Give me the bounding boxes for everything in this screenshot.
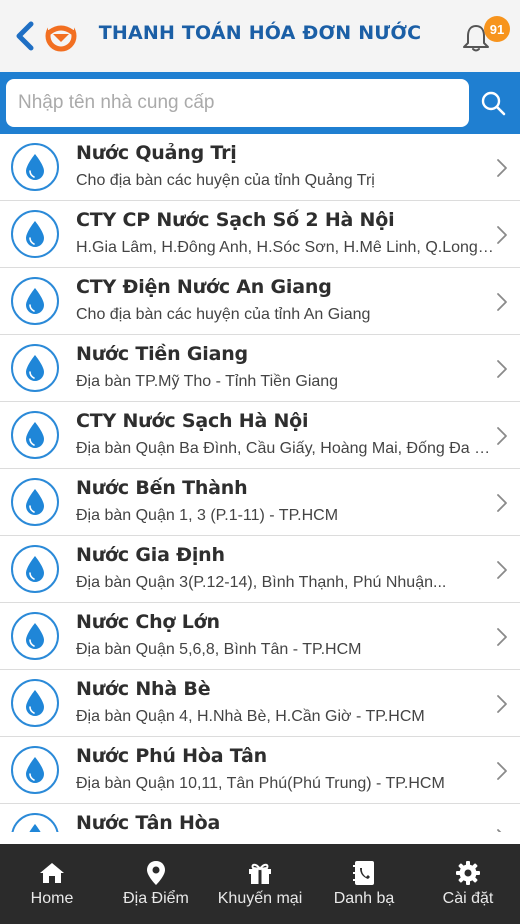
provider-row[interactable]: Nước Tiền Giang Địa bàn TP.Mỹ Tho - Tỉnh … [0,335,520,402]
provider-name: Nước Phú Hòa Tân [76,745,267,767]
provider-description: Địa bàn Quận Ba Đình, Cầu Giấy, Hoàng Ma… [76,440,494,457]
water-drop-icon [11,746,59,794]
provider-description: Cho địa bàn các huyện của tỉnh Quảng Trị [76,172,375,189]
water-drop-icon [11,478,59,526]
nav-contacts[interactable]: Danh bạ [312,844,416,924]
provider-row[interactable]: Nước Quảng Trị Cho địa bàn các huyện của … [0,134,520,201]
nav-promotions[interactable]: Khuyến mại [208,844,312,924]
water-drop-icon [11,545,59,593]
nav-label: Địa Điểm [123,890,189,907]
nav-label: Khuyến mại [217,890,303,907]
search-bar [0,72,520,134]
location-pin-icon [143,860,169,886]
nav-label: Home [30,890,74,907]
provider-row[interactable]: Nước Chợ Lớn Địa bàn Quận 5,6,8, Bình Tân… [0,603,520,670]
provider-name: CTY Điện Nước An Giang [76,276,332,298]
water-drop-icon [11,143,59,191]
provider-row[interactable]: CTY Nước Sạch Hà Nội Địa bàn Quận Ba Đình… [0,402,520,469]
gift-icon [247,860,273,886]
provider-description: Địa bàn Quận 1, 3 (P.1-11) - TP.HCM [76,507,339,524]
provider-description: Địa bàn Quận 10,11, Tân Phú(Phú Trung) -… [76,775,445,792]
search-button[interactable] [474,84,512,122]
chevron-right-icon [497,561,507,579]
home-icon [39,860,65,886]
provider-name: Nước Gia Định [76,544,225,566]
provider-description: Địa bàn Quận 5,6,8, Bình Tân - TP.HCM [76,641,362,658]
provider-name: Nước Nhà Bè [76,678,211,700]
notification-button[interactable]: 91 [460,16,510,56]
water-drop-icon [11,344,59,392]
chevron-right-icon [497,628,507,646]
notification-badge: 91 [484,16,510,42]
provider-name: Nước Bến Thành [76,477,248,499]
water-drop-icon [11,277,59,325]
provider-name: CTY CP Nước Sạch Số 2 Hà Nội [76,209,395,231]
provider-description: H.Gia Lâm, H.Đông Anh, H.Sóc Sơn, H.Mê L… [76,239,494,256]
search-icon [481,91,506,116]
provider-description: Cho địa bàn các huyện của tỉnh An Giang [76,306,371,323]
provider-description: Địa bàn TP.Mỹ Tho - Tỉnh Tiền Giang [76,373,339,390]
provider-description: Địa bàn Quận 4, H.Nhà Bè, H.Cần Giờ - TP… [76,708,425,725]
provider-row[interactable]: Nước Nhà Bè Địa bàn Quận 4, H.Nhà Bè, H.C… [0,670,520,737]
provider-name: Nước Quảng Trị [76,142,237,164]
nav-home[interactable]: Home [0,844,104,924]
provider-row[interactable]: CTY CP Nước Sạch Số 2 Hà Nội H.Gia Lâm, H… [0,201,520,268]
water-drop-icon [11,679,59,727]
provider-name: Nước Tiền Giang [76,343,248,365]
chevron-right-icon [497,159,507,177]
nav-location[interactable]: Địa Điểm [104,844,208,924]
water-drop-icon [11,411,59,459]
chevron-right-icon [497,226,507,244]
header-bar: THANH TOÁN HÓA ĐƠN NƯỚC 91 [0,0,520,72]
nav-label: Cài đặt [442,890,494,907]
chevron-right-icon [497,829,502,832]
provider-row[interactable]: Nước Gia Định Địa bàn Quận 3(P.12-14), Bì… [0,536,520,603]
nav-label: Danh bạ [333,890,395,907]
app-screen: THANH TOÁN HÓA ĐƠN NƯỚC 91 Nước Quảng Tr… [0,0,520,924]
provider-row[interactable]: CTY Điện Nước An Giang Cho địa bàn các hu… [0,268,520,335]
bottom-navigation: Home Địa Điểm Khuyến mại Danh bạ Cài đặt [0,844,520,924]
contacts-book-icon [351,860,377,886]
water-drop-icon [11,612,59,660]
provider-list: Nước Quảng Trị Cho địa bàn các huyện của … [0,134,520,832]
chevron-right-icon [497,695,507,713]
chevron-right-icon [497,427,507,445]
water-drop-icon [11,813,59,832]
provider-row[interactable]: Nước Bến Thành Địa bàn Quận 1, 3 (P.1-11)… [0,469,520,536]
gear-icon [455,860,481,886]
page-title: THANH TOÁN HÓA ĐƠN NƯỚC [98,22,422,44]
nav-settings[interactable]: Cài đặt [416,844,520,924]
provider-description: Địa bàn Quận 3(P.12-14), Bình Thạnh, Phú… [76,574,447,591]
chevron-right-icon [497,762,507,780]
provider-name: CTY Nước Sạch Hà Nội [76,410,309,432]
provider-name: Nước Tân Hòa [76,812,221,832]
chevron-right-icon [497,293,507,311]
provider-row[interactable]: Nước Phú Hòa Tân Địa bàn Quận 10,11, Tân … [0,737,520,804]
provider-row[interactable]: Nước Tân Hòa [0,804,520,832]
provider-name: Nước Chợ Lớn [76,611,220,633]
water-drop-icon [11,210,59,258]
chevron-right-icon [497,360,507,378]
chevron-right-icon [497,494,507,512]
search-input[interactable] [6,79,469,127]
